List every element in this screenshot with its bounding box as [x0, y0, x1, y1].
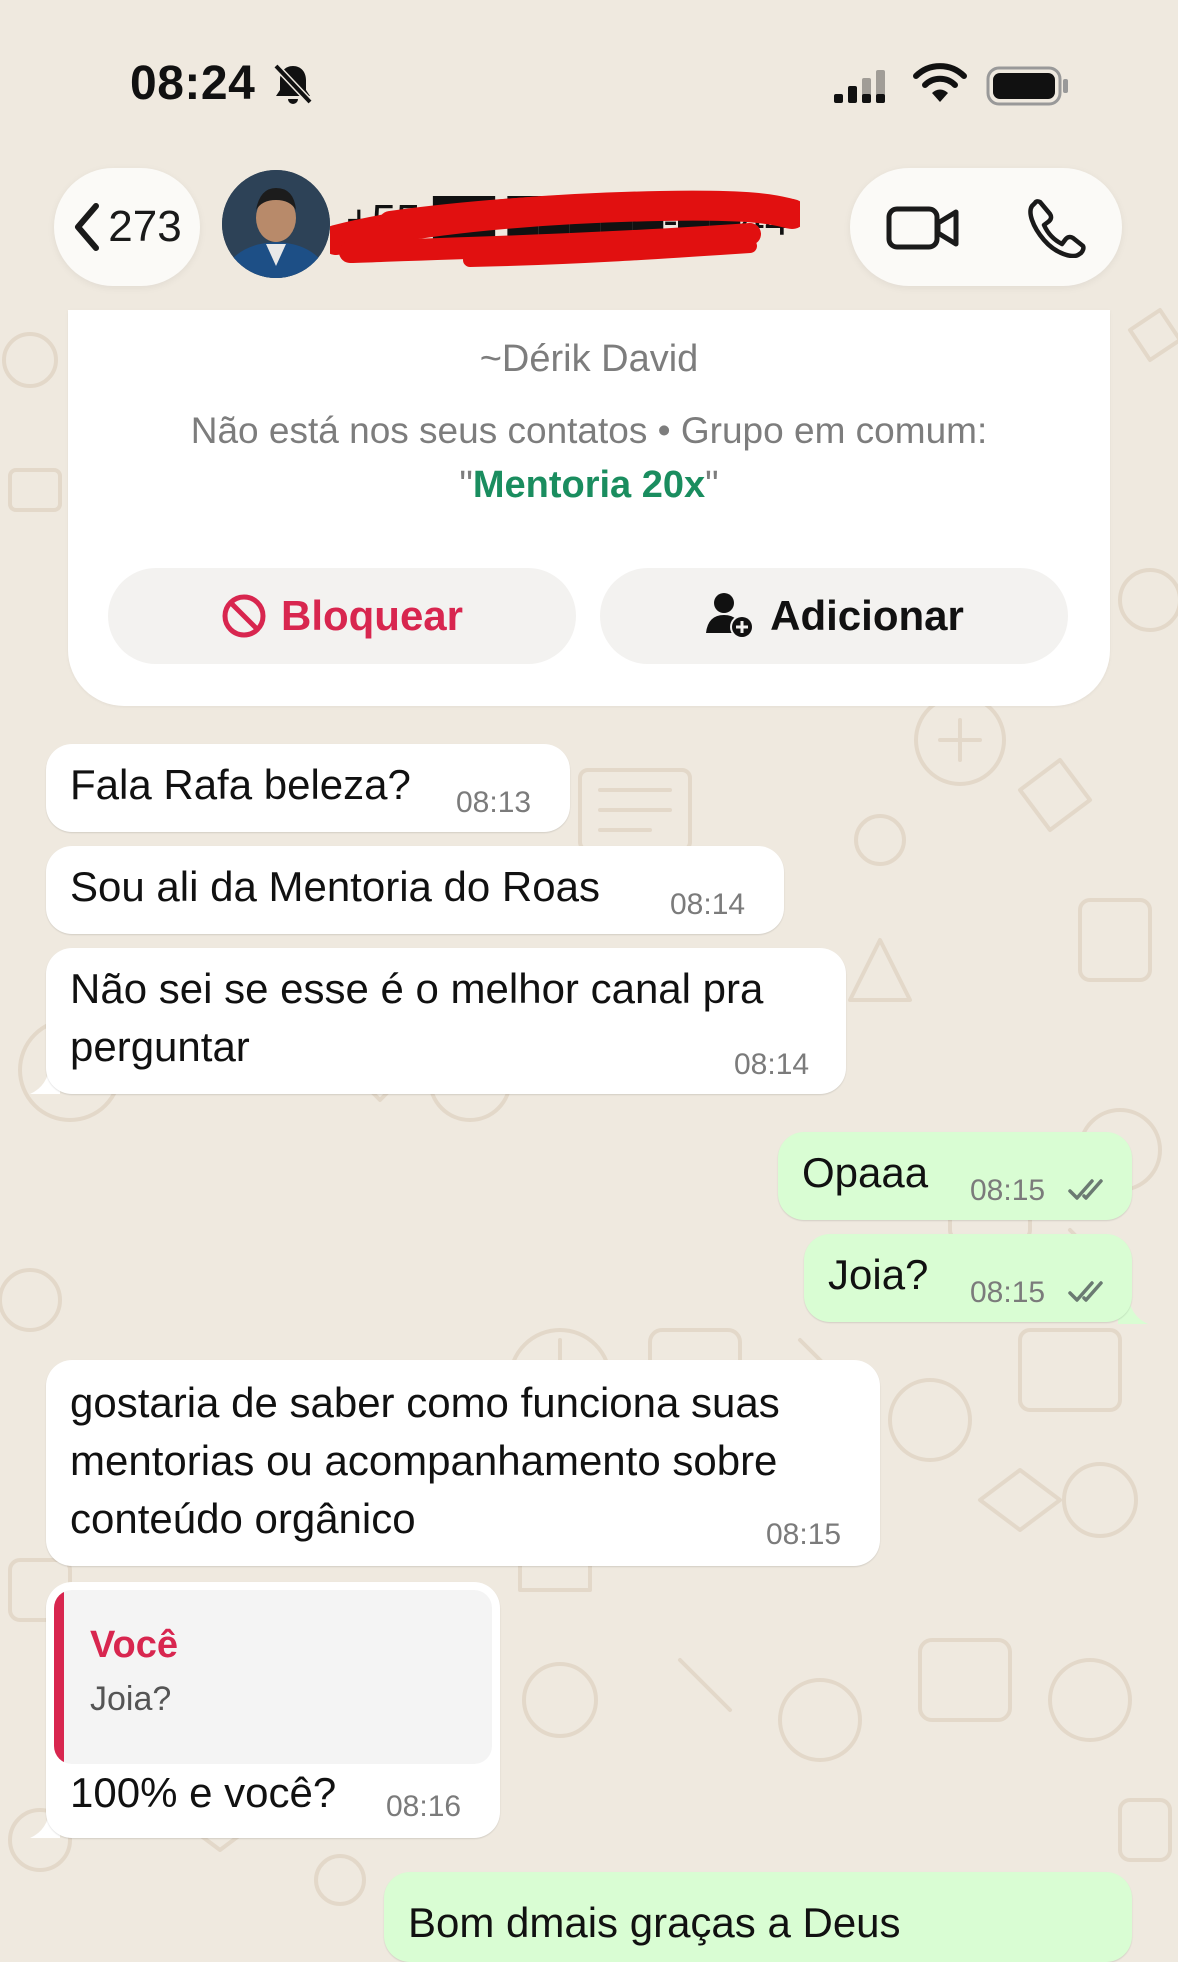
quoted-author: Você — [90, 1624, 179, 1666]
contact-status-text: Não está nos seus contatos • Grupo em co… — [190, 410, 988, 451]
message-text: perguntar — [70, 1023, 250, 1070]
message-text: Sou ali da Mentoria do Roas — [70, 863, 600, 910]
add-contact-label: Adicionar — [770, 592, 964, 639]
add-contact-button[interactable]: Adicionar — [600, 568, 1068, 664]
message-text: gostaria de saber como funciona suas — [70, 1379, 780, 1426]
bell-off-icon — [273, 63, 313, 105]
back-button[interactable]: 273 — [54, 168, 200, 286]
contact-push-name: ~Dérik David — [479, 338, 699, 380]
group-quote-open: " — [459, 464, 473, 506]
quoted-text: Joia? — [90, 1680, 172, 1718]
chat-header: 273 +55 ██ █████-██44 — [0, 160, 1178, 308]
message-text: Joia? — [828, 1251, 929, 1298]
unread-count: 273 — [108, 202, 182, 251]
battery-icon — [986, 66, 1068, 106]
block-button-label: Bloquear — [280, 592, 464, 639]
message-time: 08:13 — [456, 786, 532, 819]
status-bar: 08:24 — [0, 0, 1178, 160]
message-text: Bom dmais graças a Deus — [408, 1899, 901, 1946]
block-button[interactable]: Bloquear — [108, 568, 576, 664]
common-group[interactable]: "Mentoria 20x" — [68, 464, 1110, 507]
message-bubble-incoming[interactable]: Sou ali da Mentoria do Roas 08:14 — [46, 846, 784, 934]
message-time: 08:15 — [970, 1174, 1046, 1207]
group-quote-close: " — [705, 464, 719, 506]
message-text: 100% e você? — [70, 1769, 337, 1816]
message-text: Fala Rafa beleza? — [70, 761, 411, 808]
message-time: 08:14 — [734, 1048, 810, 1081]
redaction-mark — [330, 190, 800, 267]
video-camera-icon[interactable] — [886, 204, 960, 252]
message-text: Opaaa — [802, 1149, 929, 1196]
wifi-icon — [913, 63, 967, 102]
avatar-image — [222, 170, 330, 278]
message-bubble-incoming[interactable]: Fala Rafa beleza? 08:13 — [46, 744, 570, 832]
chevron-left-icon — [75, 203, 100, 251]
double-check-icon — [1068, 1179, 1103, 1200]
phone-icon[interactable] — [1026, 198, 1086, 258]
message-bubble-incoming[interactable]: Não sei se esse é o melhor canal pra per… — [46, 948, 846, 1094]
double-check-icon — [1068, 1281, 1103, 1302]
unknown-contact-card: ~Dérik David Não está nos seus contatos … — [68, 310, 1110, 706]
status-time: 08:24 — [130, 57, 256, 110]
avatar[interactable] — [222, 170, 330, 278]
quoted-message[interactable]: Você Joia? — [54, 1590, 492, 1764]
message-text: mentorias ou acompanhamento sobre — [70, 1437, 778, 1484]
message-time: 08:15 — [766, 1518, 842, 1551]
call-actions — [850, 168, 1122, 286]
message-bubble-outgoing[interactable]: Bom dmais graças a Deus — [384, 1872, 1132, 1962]
group-name[interactable]: Mentoria 20x — [473, 464, 705, 506]
message-bubble-outgoing[interactable]: Joia? 08:15 — [804, 1234, 1132, 1322]
message-bubble-incoming[interactable]: gostaria de saber como funciona suas men… — [46, 1360, 880, 1566]
block-icon — [222, 594, 266, 638]
quote-accent-bar — [54, 1590, 64, 1764]
message-bubble-reply[interactable]: Você Joia? 100% e você? 08:16 — [46, 1582, 500, 1838]
message-text: conteúdo orgânico — [70, 1495, 416, 1542]
message-text: Não sei se esse é o melhor canal pra — [70, 965, 764, 1012]
message-bubble-outgoing[interactable]: Opaaa 08:15 — [778, 1132, 1132, 1220]
message-time: 08:14 — [670, 888, 746, 921]
add-contact-icon — [706, 593, 755, 639]
message-time: 08:15 — [970, 1276, 1046, 1309]
message-time: 08:16 — [386, 1790, 462, 1823]
cellular-signal-icon — [834, 70, 885, 103]
